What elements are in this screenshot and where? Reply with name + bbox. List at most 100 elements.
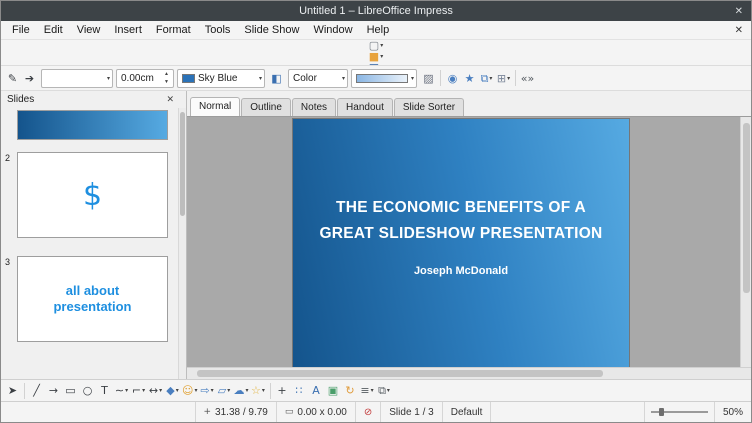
block-arrows-button[interactable]: ⇨ ▾	[198, 381, 215, 401]
stars-button[interactable]: ☆ ▾	[250, 381, 267, 401]
line-style-button[interactable]: ✎	[4, 68, 21, 88]
select-button[interactable]: ➤	[4, 381, 21, 401]
dropdown-caret-icon[interactable]: ▾	[489, 75, 492, 82]
dropdown-caret-icon[interactable]: ▾	[380, 42, 383, 49]
tab-outline[interactable]: Outline	[241, 98, 291, 116]
slide-thumbnail-2[interactable]: 2 $	[5, 152, 168, 238]
edit-points-button[interactable]: +	[274, 381, 291, 401]
dropdown-caret-icon[interactable]: ▾	[411, 75, 414, 82]
dropdown-caret-icon[interactable]: ▾	[387, 387, 390, 394]
menu-edit[interactable]: Edit	[37, 23, 70, 37]
ellipse-button[interactable]: ○	[79, 381, 96, 401]
dropdown-caret-icon[interactable]: ▾	[227, 387, 230, 394]
symbol-shapes-button[interactable]: ☺ ▾	[181, 381, 198, 401]
line-color-select[interactable]: Sky Blue ▾	[177, 68, 265, 88]
spinner-down-icon[interactable]: ▼	[161, 78, 172, 86]
menu-slide-show[interactable]: Slide Show	[237, 23, 306, 37]
tab-handout[interactable]: Handout	[337, 98, 393, 116]
rotate-button[interactable]: ↻	[342, 381, 359, 401]
modified-indicator-cell[interactable]: ⊘	[354, 402, 380, 422]
arrow-style-button[interactable]: ➔	[21, 68, 38, 88]
menu-view[interactable]: View	[70, 23, 108, 37]
menu-insert[interactable]: Insert	[107, 23, 149, 37]
tab-slide-sorter[interactable]: Slide Sorter	[393, 98, 465, 116]
zoom-slider[interactable]	[643, 402, 714, 422]
document-close-icon[interactable]: ✕	[735, 25, 747, 36]
arrange-button[interactable]: ⧉ ▾	[478, 68, 495, 88]
menu-format[interactable]: Format	[149, 23, 198, 37]
lines-arrows-button[interactable]: ↔ ▾	[147, 381, 164, 401]
flowchart-button[interactable]: ▱ ▾	[215, 381, 232, 401]
panel-scrollbar[interactable]	[178, 108, 186, 379]
shadow-button[interactable]: ▨	[420, 68, 437, 88]
rectangle-button[interactable]: ▭	[62, 381, 79, 401]
menu-tools[interactable]: Tools	[198, 23, 238, 37]
menu-file[interactable]: File	[5, 23, 37, 37]
area-style-select[interactable]: Color ▾	[288, 68, 348, 88]
object-size-cell[interactable]: ▭ 0.00 x 0.00	[275, 402, 355, 422]
dropdown-caret-icon[interactable]: ▾	[142, 387, 145, 394]
glue-points-bar-button[interactable]: «»	[519, 68, 536, 88]
zoom-slider-track[interactable]	[650, 408, 708, 416]
dropdown-caret-icon[interactable]: ▾	[211, 387, 214, 394]
panel-close-icon[interactable]: ✕	[166, 94, 180, 105]
dropdown-caret-icon[interactable]: ▾	[176, 387, 179, 394]
dropdown-caret-icon[interactable]: ▾	[371, 387, 374, 394]
dropdown-caret-icon[interactable]: ▾	[342, 75, 345, 82]
line-tool-button[interactable]: ╱	[28, 381, 45, 401]
window-close-icon[interactable]: ✕	[735, 1, 743, 21]
dropdown-caret-icon[interactable]: ▾	[245, 387, 248, 394]
dropdown-caret-icon[interactable]: ▾	[262, 387, 265, 394]
helplines-button[interactable]: ⊞ ▾	[495, 68, 512, 88]
tab-notes[interactable]: Notes	[291, 98, 337, 116]
horizontal-scrollbar[interactable]	[187, 367, 751, 379]
dropdown-caret-icon[interactable]: ▾	[125, 387, 128, 394]
line-style-select[interactable]: ▾	[41, 68, 113, 88]
page-style-cell[interactable]: Default	[441, 402, 491, 422]
dropdown-caret-icon[interactable]: ▾	[107, 75, 110, 82]
menu-window[interactable]: Window	[306, 23, 359, 37]
horizontal-scrollbar-thumb[interactable]	[197, 370, 604, 377]
tab-normal[interactable]: Normal	[190, 97, 241, 116]
fill-color-select[interactable]: ▾	[351, 68, 417, 88]
slide-thumbnail-canvas[interactable]: $	[17, 152, 168, 238]
callouts-button[interactable]: ☁ ▾	[232, 381, 249, 401]
line-width-input[interactable]: 0.00cm ▲ ▼	[116, 68, 174, 88]
slide-title-text[interactable]: THE ECONOMIC BENEFITS OF A GREAT SLIDESH…	[293, 195, 629, 246]
slide-thumbnail-3[interactable]: 3 all about presentation	[5, 256, 168, 342]
cursor-position-cell[interactable]: + 31.38 / 9.79	[194, 402, 276, 422]
dropdown-caret-icon[interactable]: ▾	[380, 53, 383, 60]
spinner-buttons: ▲ ▼	[161, 70, 173, 86]
slide-indicator-cell[interactable]: Slide 1 / 3	[380, 402, 441, 422]
basic-shapes-button[interactable]: ◆ ▾	[164, 381, 181, 401]
line-arrow-button[interactable]: →	[45, 381, 62, 401]
dropdown-caret-icon[interactable]: ▾	[507, 75, 510, 82]
menu-help[interactable]: Help	[360, 23, 397, 37]
align-button[interactable]: ≡ ▾	[359, 381, 376, 401]
panel-scrollbar-thumb[interactable]	[180, 112, 185, 216]
dropdown-caret-icon[interactable]: ▾	[159, 387, 162, 394]
interaction-button[interactable]: ◉	[444, 68, 461, 88]
dropdown-caret-icon[interactable]: ▾	[194, 387, 197, 394]
text-tool-button[interactable]: T	[96, 381, 113, 401]
slide-canvas[interactable]: THE ECONOMIC BENEFITS OF A GREAT SLIDESH…	[293, 119, 629, 367]
spinner-up-icon[interactable]: ▲	[161, 70, 172, 78]
connector-button[interactable]: ⌐ ▾	[130, 381, 147, 401]
animation-button[interactable]: ★	[461, 68, 478, 88]
curve-button[interactable]: ∼ ▾	[113, 381, 130, 401]
arrange-objects-button[interactable]: ⧉ ▾	[376, 381, 393, 401]
slide-indicator-value: Slide 1 / 3	[389, 406, 434, 418]
slide-thumbnail-canvas[interactable]	[17, 110, 168, 140]
area-fill-button[interactable]: ◧	[268, 68, 285, 88]
zoom-slider-thumb[interactable]	[658, 408, 664, 416]
dropdown-caret-icon[interactable]: ▾	[259, 75, 262, 82]
slide-thumbnail-1[interactable]	[5, 110, 168, 140]
slide-subtitle-text[interactable]: Joseph McDonald	[293, 265, 629, 277]
vertical-scrollbar[interactable]	[740, 117, 751, 367]
slide-thumbnail-canvas[interactable]: all about presentation	[17, 256, 168, 342]
zoom-level-cell[interactable]: 50%	[713, 402, 751, 422]
vertical-scrollbar-thumb[interactable]	[743, 123, 750, 293]
image-from-file-button[interactable]: ▣	[325, 381, 342, 401]
fontwork-button[interactable]: A	[308, 381, 325, 401]
glue-points-button[interactable]: ∷	[291, 381, 308, 401]
